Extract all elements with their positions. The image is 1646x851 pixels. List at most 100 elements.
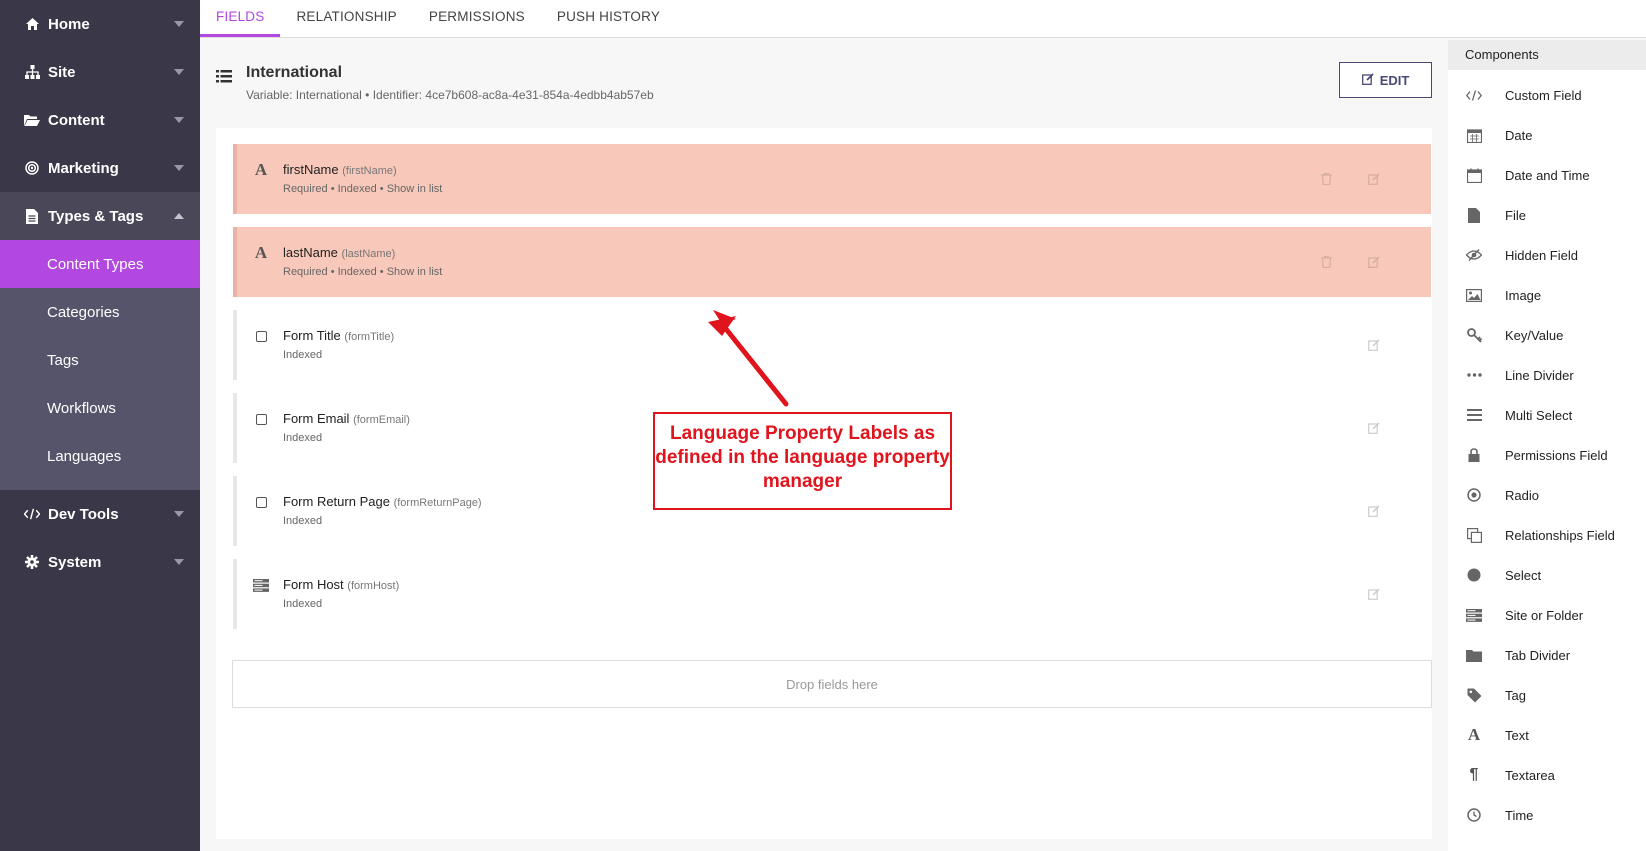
edit-button[interactable]: EDIT [1339,62,1432,98]
component-key-value[interactable]: Key/Value [1448,315,1646,355]
component-label: Text [1505,727,1529,743]
field-row[interactable]: Form Title (formTitle) Indexed [233,310,1431,380]
field-name-line: lastName (lastName) [283,245,395,260]
component-line-divider[interactable]: Line Divider [1448,355,1646,395]
component-custom-field[interactable]: Custom Field [1448,75,1646,115]
field-name-line: Form Email (formEmail) [283,411,410,426]
edit-label: EDIT [1379,72,1410,88]
field-variable: (firstName) [342,165,397,177]
nav-content[interactable]: Content [0,96,200,144]
edit-icon[interactable] [1368,587,1380,605]
component-permissions-field[interactable]: Permissions Field [1448,435,1646,475]
chevron-down-icon [174,559,184,565]
nav-dev-tools[interactable]: Dev Tools [0,490,200,538]
component-image[interactable]: Image [1448,275,1646,315]
file-icon [1465,206,1483,224]
edit-icon[interactable] [1368,255,1380,273]
field-name-line: firstName (firstName) [283,162,397,177]
folder-icon [1465,646,1483,664]
radio-icon [1465,486,1483,504]
component-text[interactable]: A Text [1448,715,1646,755]
field-row[interactable]: A lastName (lastName) Required • Indexed… [233,227,1431,297]
component-multi-select[interactable]: Multi Select [1448,395,1646,435]
edit-icon[interactable] [1368,338,1380,356]
code-icon [1465,86,1483,104]
code-icon [24,506,40,522]
component-tag[interactable]: Tag [1448,675,1646,715]
component-time[interactable]: Time [1448,795,1646,835]
trash-icon[interactable] [1321,172,1332,190]
field-variable: (formEmail) [353,414,410,426]
field-meta: Indexed [283,515,323,527]
component-tab-divider[interactable]: Tab Divider [1448,635,1646,675]
tab-permissions[interactable]: PERMISSIONS [413,0,541,37]
chevron-down-icon [174,165,184,171]
copy-icon [1465,526,1483,544]
server-icon [1465,606,1483,624]
field-name: firstName [283,162,339,177]
sub-item-categories[interactable]: Categories [0,288,200,336]
key-icon [1465,326,1483,344]
component-relationships-field[interactable]: Relationships Field [1448,515,1646,555]
tab-push-history[interactable]: PUSH HISTORY [541,0,676,37]
edit-icon[interactable] [1368,421,1380,439]
tab-fields[interactable]: FIELDS [200,0,281,37]
field-row[interactable]: Form Host (formHost) Indexed [233,559,1431,629]
component-site-or-folder[interactable]: Site or Folder [1448,595,1646,635]
component-hidden-field[interactable]: Hidden Field [1448,235,1646,275]
sub-item-content-types[interactable]: Content Types [0,240,200,288]
component-select[interactable]: Select [1448,555,1646,595]
nav-label: Site [48,63,76,81]
text-icon: A [254,160,268,179]
field-name: lastName [283,245,338,260]
nav-marketing[interactable]: Marketing [0,144,200,192]
component-label: Select [1505,567,1542,583]
field-row[interactable]: A firstName (firstName) Required • Index… [233,144,1431,214]
field-name-line: Form Host (formHost) [283,577,399,592]
component-radio[interactable]: Radio [1448,475,1646,515]
sub-item-languages[interactable]: Languages [0,432,200,480]
component-label: Hidden Field [1505,247,1578,263]
field-meta: Required • Indexed • Show in list [283,183,443,195]
nav-site[interactable]: Site [0,48,200,96]
component-label: Tag [1505,687,1526,703]
field-meta: Indexed [283,598,323,610]
component-label: Key/Value [1505,327,1564,343]
component-date[interactable]: Date [1448,115,1646,155]
calendar-outline-icon [1465,166,1483,184]
field-variable: (lastName) [341,248,396,260]
edit-icon [1361,72,1374,88]
eye-slash-icon [1465,246,1483,264]
nav-label: Home [48,15,90,33]
server-icon [253,577,269,593]
component-textarea[interactable]: ¶ Textarea [1448,755,1646,795]
sub-item-tags[interactable]: Tags [0,336,200,384]
checkbox-icon [253,411,269,427]
nav-home[interactable]: Home [0,0,200,48]
field-meta: Required • Indexed • Show in list [283,266,443,278]
tab-relationship[interactable]: RELATIONSHIP [280,0,412,37]
tab-bar: FIELDS RELATIONSHIP PERMISSIONS PUSH HIS… [200,0,1646,38]
list-icon [216,70,232,88]
trash-icon[interactable] [1321,255,1332,273]
component-label: Image [1505,287,1542,303]
chevron-up-icon [174,213,184,219]
component-label: Radio [1505,487,1539,503]
field-meta: Indexed [283,349,323,361]
field-name: Form Return Page [283,494,390,509]
nav-system[interactable]: System [0,538,200,586]
component-label: Time [1505,807,1534,823]
annotation-callout: Language Property Labels as defined in t… [653,412,952,510]
checkbox-icon [253,494,269,510]
ellipsis-icon [1465,366,1483,384]
edit-icon[interactable] [1368,504,1380,522]
annotation-arrow [708,310,789,407]
nav-types-tags[interactable]: Types & Tags [0,192,200,240]
edit-icon[interactable] [1368,172,1380,190]
component-label: Multi Select [1505,407,1573,423]
file-text-icon [24,208,40,224]
drop-zone[interactable]: Drop fields here [232,660,1432,708]
component-date-and-time[interactable]: Date and Time [1448,155,1646,195]
component-file[interactable]: File [1448,195,1646,235]
sub-item-workflows[interactable]: Workflows [0,384,200,432]
